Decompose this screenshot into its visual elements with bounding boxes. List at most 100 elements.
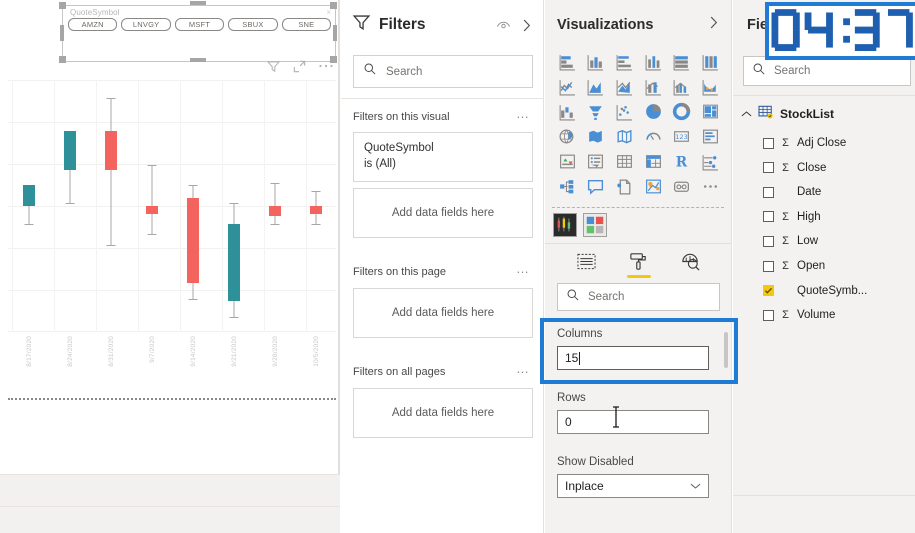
resize-handle-right[interactable] [333, 25, 337, 41]
filter-dropzone-all[interactable]: Add data fields here [353, 388, 533, 438]
filters-search-input[interactable]: Search [353, 55, 533, 88]
slicer-item-sbux[interactable]: SBUX [228, 18, 278, 31]
matrix-icon[interactable] [639, 150, 668, 173]
show-disabled-select[interactable]: Inplace [557, 474, 709, 498]
visual-header-icons[interactable] [244, 56, 334, 76]
filter-dropzone-page[interactable]: Add data fields here [353, 288, 533, 338]
r-script-visual-icon[interactable]: R [668, 150, 697, 173]
slicer-item-sne[interactable]: SNE [281, 18, 332, 31]
field-checkbox[interactable] [763, 137, 774, 149]
slicer-item-lnvgy[interactable]: LNVGY [121, 18, 171, 31]
resize-handle-top-right[interactable] [330, 2, 337, 9]
line-and-clustered-column-chart-icon[interactable] [668, 75, 697, 98]
line-chart-icon[interactable] [553, 75, 582, 98]
table-icon[interactable] [610, 150, 639, 173]
resize-handle-left[interactable] [60, 25, 64, 41]
funnel-icon[interactable] [266, 59, 281, 74]
funnel-chart-icon[interactable] [582, 100, 611, 123]
pie-chart-icon[interactable] [639, 100, 668, 123]
fields-search-input[interactable]: Search [743, 56, 911, 86]
field-checkbox[interactable] [763, 162, 774, 174]
slicer-item-amzn[interactable]: AMZN [68, 18, 118, 31]
candle-8-24-2020[interactable] [62, 80, 78, 332]
format-pane-scrollbar[interactable] [724, 332, 728, 368]
grid-custom-visual-icon[interactable] [583, 213, 607, 237]
columns-input[interactable]: 15 [557, 346, 709, 370]
gauge-icon[interactable] [639, 125, 668, 148]
fields-table-stocklist[interactable]: StockList [741, 103, 915, 125]
chevron-up-icon[interactable] [741, 105, 752, 123]
resize-handle-bottom[interactable] [190, 58, 206, 62]
key-influencers-icon[interactable] [696, 150, 725, 173]
format-tab[interactable] [626, 249, 652, 278]
paginated-report-icon[interactable] [610, 175, 639, 198]
kpi-icon[interactable] [553, 150, 582, 173]
field-item-open[interactable]: Σ Open [763, 254, 913, 278]
filters-pane[interactable]: Filters Search Filters on this visual … … [341, 0, 544, 533]
field-checkbox[interactable] [763, 186, 774, 198]
decomposition-tree-icon[interactable] [553, 175, 582, 198]
filter-dropzone-visual[interactable]: Add data fields here [353, 188, 533, 238]
candle-9-14-2020[interactable] [185, 80, 201, 332]
clustered-bar-chart-icon[interactable] [610, 50, 639, 73]
clustered-column-chart-icon[interactable] [639, 50, 668, 73]
filters-section-menu-all[interactable]: … [516, 362, 529, 375]
candle-9-21-2020[interactable] [226, 80, 242, 332]
card-icon[interactable]: 123 [668, 125, 697, 148]
slicer-button-row[interactable]: AMZN LNVGY MSFT SBUX SNE [68, 18, 332, 31]
field-item-volume[interactable]: Σ Volume [763, 303, 913, 327]
analytics-tab[interactable] [678, 249, 704, 275]
field-checkbox[interactable] [763, 260, 774, 272]
filters-section-menu-page[interactable]: … [516, 262, 529, 275]
waterfall-chart-icon[interactable] [553, 100, 582, 123]
quotesymbol-slicer-visual[interactable]: QuoteSymbol × AMZN LNVGY MSFT SBUX SNE [62, 5, 336, 62]
100-stacked-column-chart-icon[interactable] [696, 50, 725, 73]
filter-card-quotesymbol[interactable]: QuoteSymbol is (All) [353, 132, 533, 182]
candle-9-28-2020[interactable] [267, 80, 283, 332]
field-item-date[interactable]: ΣDate [763, 180, 913, 204]
custom-visuals-row[interactable] [553, 212, 725, 238]
chevron-down-icon[interactable] [690, 479, 701, 493]
field-checkbox[interactable] [763, 211, 774, 223]
ribbon-chart-icon[interactable] [696, 75, 725, 98]
slicer-clear-icon[interactable]: × [326, 8, 331, 17]
map-icon[interactable] [553, 125, 582, 148]
field-checkbox[interactable] [763, 309, 774, 321]
candle-10-5-2020[interactable] [308, 80, 324, 332]
arcgis-map-icon[interactable] [639, 175, 668, 198]
eye-hide-icon[interactable] [496, 19, 511, 32]
scatter-chart-icon[interactable] [610, 100, 639, 123]
report-page[interactable]: QuoteSymbol × AMZN LNVGY MSFT SBUX SNE 8… [0, 0, 340, 474]
resize-handle-bottom-left[interactable] [59, 56, 66, 63]
line-and-stacked-column-chart-icon[interactable] [639, 75, 668, 98]
slicer-item-msft[interactable]: MSFT [174, 18, 225, 31]
stacked-bar-chart-icon[interactable] [553, 50, 582, 73]
field-item-low[interactable]: Σ Low [763, 229, 913, 253]
multi-row-card-icon[interactable] [696, 125, 725, 148]
stacked-column-chart-icon[interactable] [582, 50, 611, 73]
more-visuals-icon[interactable] [696, 175, 725, 198]
field-item-close[interactable]: Σ Close [763, 156, 913, 180]
candlestick-custom-visual-icon[interactable] [553, 213, 577, 237]
chart-plot-area[interactable] [8, 80, 336, 332]
format-search-input[interactable]: Search [557, 283, 720, 311]
candle-8-17-2020[interactable] [21, 80, 37, 332]
q-and-a-icon[interactable] [582, 175, 611, 198]
field-item-adj-close[interactable]: Σ Adj Close [763, 131, 913, 155]
filled-map-icon[interactable] [582, 125, 611, 148]
visualizations-pane[interactable]: Visualizations 123 R Search Columns 15 R… [545, 0, 732, 533]
field-item-quotesymb[interactable]: ΣQuoteSymb... [763, 279, 913, 303]
rows-input[interactable]: 0 [557, 410, 709, 434]
visualization-type-grid[interactable]: 123 R [553, 50, 725, 198]
shape-map-icon[interactable] [610, 125, 639, 148]
fields-tab[interactable] [574, 249, 600, 275]
area-chart-icon[interactable] [582, 75, 611, 98]
candlestick-chart-visual[interactable]: 8/17/2020 8/24/2020 8/31/2020 9/7/2020 9/14/… [8, 60, 336, 398]
chevron-right-icon[interactable] [520, 18, 533, 33]
slicer-icon[interactable] [582, 150, 611, 173]
stacked-area-chart-icon[interactable] [610, 75, 639, 98]
focus-mode-icon[interactable] [292, 59, 307, 74]
treemap-icon[interactable] [696, 100, 725, 123]
resize-handle-top-left[interactable] [59, 2, 66, 9]
field-checkbox[interactable] [763, 235, 774, 247]
